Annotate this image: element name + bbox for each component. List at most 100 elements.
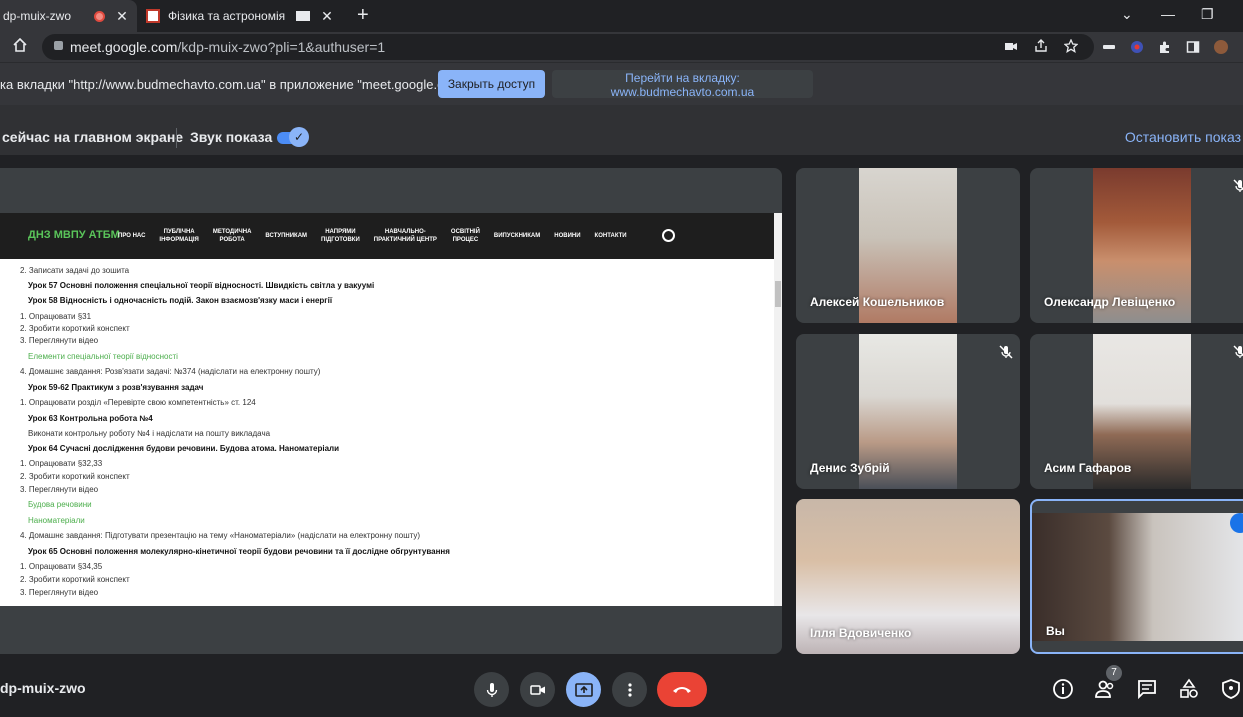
more-options-button[interactable] bbox=[612, 672, 647, 707]
site-scrollbar bbox=[774, 213, 782, 606]
lesson-line: 1. Опрацювати §32,33 bbox=[20, 459, 103, 468]
site-nav-item: ВСТУПНИКАМ bbox=[265, 233, 308, 239]
chat-icon[interactable] bbox=[1136, 678, 1158, 700]
extension-menu-icon[interactable] bbox=[1102, 40, 1116, 54]
mic-off-icon bbox=[999, 345, 1013, 359]
switch-to-tab-button[interactable]: Перейти на вкладку: www.budmechavto.com.… bbox=[552, 70, 813, 99]
mic-off-icon bbox=[1233, 345, 1243, 358]
camera-button[interactable] bbox=[520, 672, 555, 707]
tab-search-icon[interactable]: ⌄ bbox=[1121, 6, 1133, 23]
lesson-line: 2. Зробити короткий конспект bbox=[20, 575, 130, 584]
site-nav-item: НОВИНИ bbox=[554, 233, 581, 239]
lesson-title: Урок 64 Сучасні дослідження будови речов… bbox=[28, 444, 340, 453]
participant-tile[interactable]: Олександр Левіщенко bbox=[1030, 168, 1243, 323]
restore-icon[interactable]: ❐ bbox=[1201, 6, 1214, 23]
meeting-code: dp-muix-zwo bbox=[0, 680, 86, 696]
side-panel-icon[interactable] bbox=[1186, 40, 1200, 54]
lesson-link: Будова речовини bbox=[28, 500, 92, 509]
participant-tile[interactable]: Ілля Вдовиченко bbox=[796, 499, 1020, 654]
minimize-icon[interactable]: — bbox=[1161, 6, 1175, 22]
host-controls-icon[interactable] bbox=[1220, 678, 1242, 700]
lesson-line: 2. Зробити короткий конспект bbox=[20, 472, 130, 481]
share-icon[interactable] bbox=[1034, 39, 1048, 53]
close-icon[interactable]: ✕ bbox=[318, 8, 336, 25]
site-logo: ДНЗ МВПУ АТБМ bbox=[28, 229, 120, 241]
participant-tile-self[interactable]: Вы bbox=[1030, 499, 1243, 654]
check-icon: ✓ bbox=[289, 127, 309, 147]
tab-physics[interactable]: Фізика та астрономія ✕ bbox=[140, 0, 342, 32]
lock-icon[interactable] bbox=[54, 41, 63, 50]
lesson-line: 4. Домашнє завдання: Підготувати презент… bbox=[20, 531, 421, 540]
microphone-button[interactable] bbox=[474, 672, 509, 707]
tab-title: dp-muix-zwo bbox=[3, 9, 72, 23]
participant-tile[interactable]: Денис Зубрій bbox=[796, 334, 1020, 489]
home-icon[interactable] bbox=[12, 38, 28, 52]
activities-icon[interactable] bbox=[1178, 678, 1200, 700]
participant-name: Денис Зубрій bbox=[810, 461, 890, 475]
lesson-line: 3. Переглянути відео bbox=[20, 588, 99, 597]
lesson-line: Виконати контрольну роботу №4 і надіслат… bbox=[28, 429, 271, 438]
recording-icon bbox=[94, 10, 105, 22]
tab-sharing-bar: ка вкладки "http://www.budmechavto.com.u… bbox=[0, 62, 1243, 105]
scroll-thumb bbox=[775, 281, 781, 307]
info-icon[interactable] bbox=[1052, 678, 1074, 700]
lesson-link: Наноматеріали bbox=[28, 516, 85, 525]
browser-tabstrip: dp-muix-zwo ✕ Фізика та астрономія ✕ + ⌄… bbox=[0, 0, 1243, 32]
lesson-line: 3. Переглянути відео bbox=[20, 485, 99, 494]
participant-tile[interactable]: Асим Гафаров bbox=[1030, 334, 1243, 489]
lesson-line: 1. Опрацювати §31 bbox=[20, 312, 92, 321]
participant-tile[interactable]: Алексей Кошельников bbox=[796, 168, 1020, 323]
star-icon[interactable] bbox=[1064, 39, 1078, 53]
lesson-title: Урок 63 Контрольна робота №4 bbox=[28, 414, 153, 423]
shared-tab-content: ДНЗ МВПУ АТБМ ПРО НАС ПУБЛІЧНА ІНФОРМАЦІ… bbox=[0, 213, 782, 606]
leave-call-button[interactable] bbox=[657, 672, 707, 707]
sharing-message: ка вкладки "http://www.budmechavto.com.u… bbox=[0, 77, 478, 92]
address-bar: meet.google.com/kdp-muix-zwo?pli=1&authu… bbox=[0, 32, 1243, 62]
participant-name: Алексей Кошельников bbox=[810, 295, 945, 309]
self-video bbox=[1032, 513, 1243, 641]
site-nav-item: ОСВІТНІЙ ПРОЦЕС bbox=[450, 229, 480, 243]
site-search-icon bbox=[662, 229, 675, 242]
lesson-title: Урок 58 Відносність і одночасність подій… bbox=[28, 296, 333, 305]
close-icon[interactable]: ✕ bbox=[113, 8, 131, 25]
participant-name: Ілля Вдовиченко bbox=[810, 626, 912, 640]
url-field[interactable]: meet.google.com/kdp-muix-zwo?pli=1&authu… bbox=[42, 34, 1094, 60]
presentation-view: ДНЗ МВПУ АТБМ ПРО НАС ПУБЛІЧНА ІНФОРМАЦІ… bbox=[0, 168, 782, 654]
site-nav-item: КОНТАКТИ bbox=[594, 233, 627, 239]
present-button[interactable] bbox=[566, 672, 601, 707]
site-header: ДНЗ МВПУ АТБМ ПРО НАС ПУБЛІЧНА ІНФОРМАЦІ… bbox=[0, 213, 782, 259]
site-nav-item: ПРО НАС bbox=[118, 233, 146, 239]
presentation-sound-toggle[interactable]: ✓ bbox=[277, 127, 309, 147]
participants-count-badge: 7 bbox=[1106, 665, 1122, 681]
new-tab-icon[interactable]: + bbox=[357, 4, 369, 27]
speaking-indicator-icon bbox=[1230, 513, 1243, 533]
stop-presenting-button[interactable]: Остановить показ bbox=[1125, 129, 1241, 145]
site-nav: ПРО НАС ПУБЛІЧНА ІНФОРМАЦІЯ МЕТОДИЧНА РО… bbox=[118, 213, 627, 259]
lesson-line: 4. Домашнє завдання: Розв'язати задачі: … bbox=[20, 367, 321, 376]
lesson-title: Урок 59-62 Практикум з розв'язування зад… bbox=[28, 383, 204, 392]
profile-avatar[interactable] bbox=[1214, 40, 1228, 54]
tab-meet[interactable]: dp-muix-zwo ✕ bbox=[0, 0, 137, 32]
hangup-icon bbox=[673, 686, 691, 693]
presentation-sound-label: Звук показа bbox=[190, 129, 273, 145]
meeting-controls: dp-muix-zwo 7 bbox=[0, 660, 1243, 717]
divider bbox=[176, 128, 177, 148]
participant-name: Асим Гафаров bbox=[1044, 461, 1132, 475]
people-icon[interactable] bbox=[1094, 678, 1116, 700]
puzzle-icon[interactable] bbox=[1158, 40, 1172, 54]
vpn-extension-icon[interactable] bbox=[1130, 40, 1144, 54]
camera-icon[interactable] bbox=[1004, 39, 1018, 53]
site-favicon-icon bbox=[146, 9, 160, 23]
camera-icon bbox=[529, 684, 545, 695]
participant-name: Вы bbox=[1046, 624, 1065, 638]
lesson-line: 1. Опрацювати §34,35 bbox=[20, 562, 103, 571]
tab-title: Фізика та астрономія bbox=[168, 9, 286, 23]
site-nav-item: МЕТОДИЧНА РОБОТА bbox=[212, 229, 252, 243]
microphone-icon bbox=[486, 682, 497, 697]
stop-sharing-button[interactable]: Закрыть доступ bbox=[438, 70, 545, 98]
lesson-title: Урок 57 Основні положення спеціальної те… bbox=[28, 281, 375, 290]
presenting-bar: сейчас на главном экране Звук показа ✓ О… bbox=[0, 105, 1243, 155]
presenting-status: сейчас на главном экране bbox=[2, 129, 184, 145]
omnibox-actions bbox=[1004, 39, 1078, 53]
site-nav-item: НАВЧАЛЬНО- ПРАКТИЧНИЙ ЦЕНТР bbox=[373, 229, 437, 243]
